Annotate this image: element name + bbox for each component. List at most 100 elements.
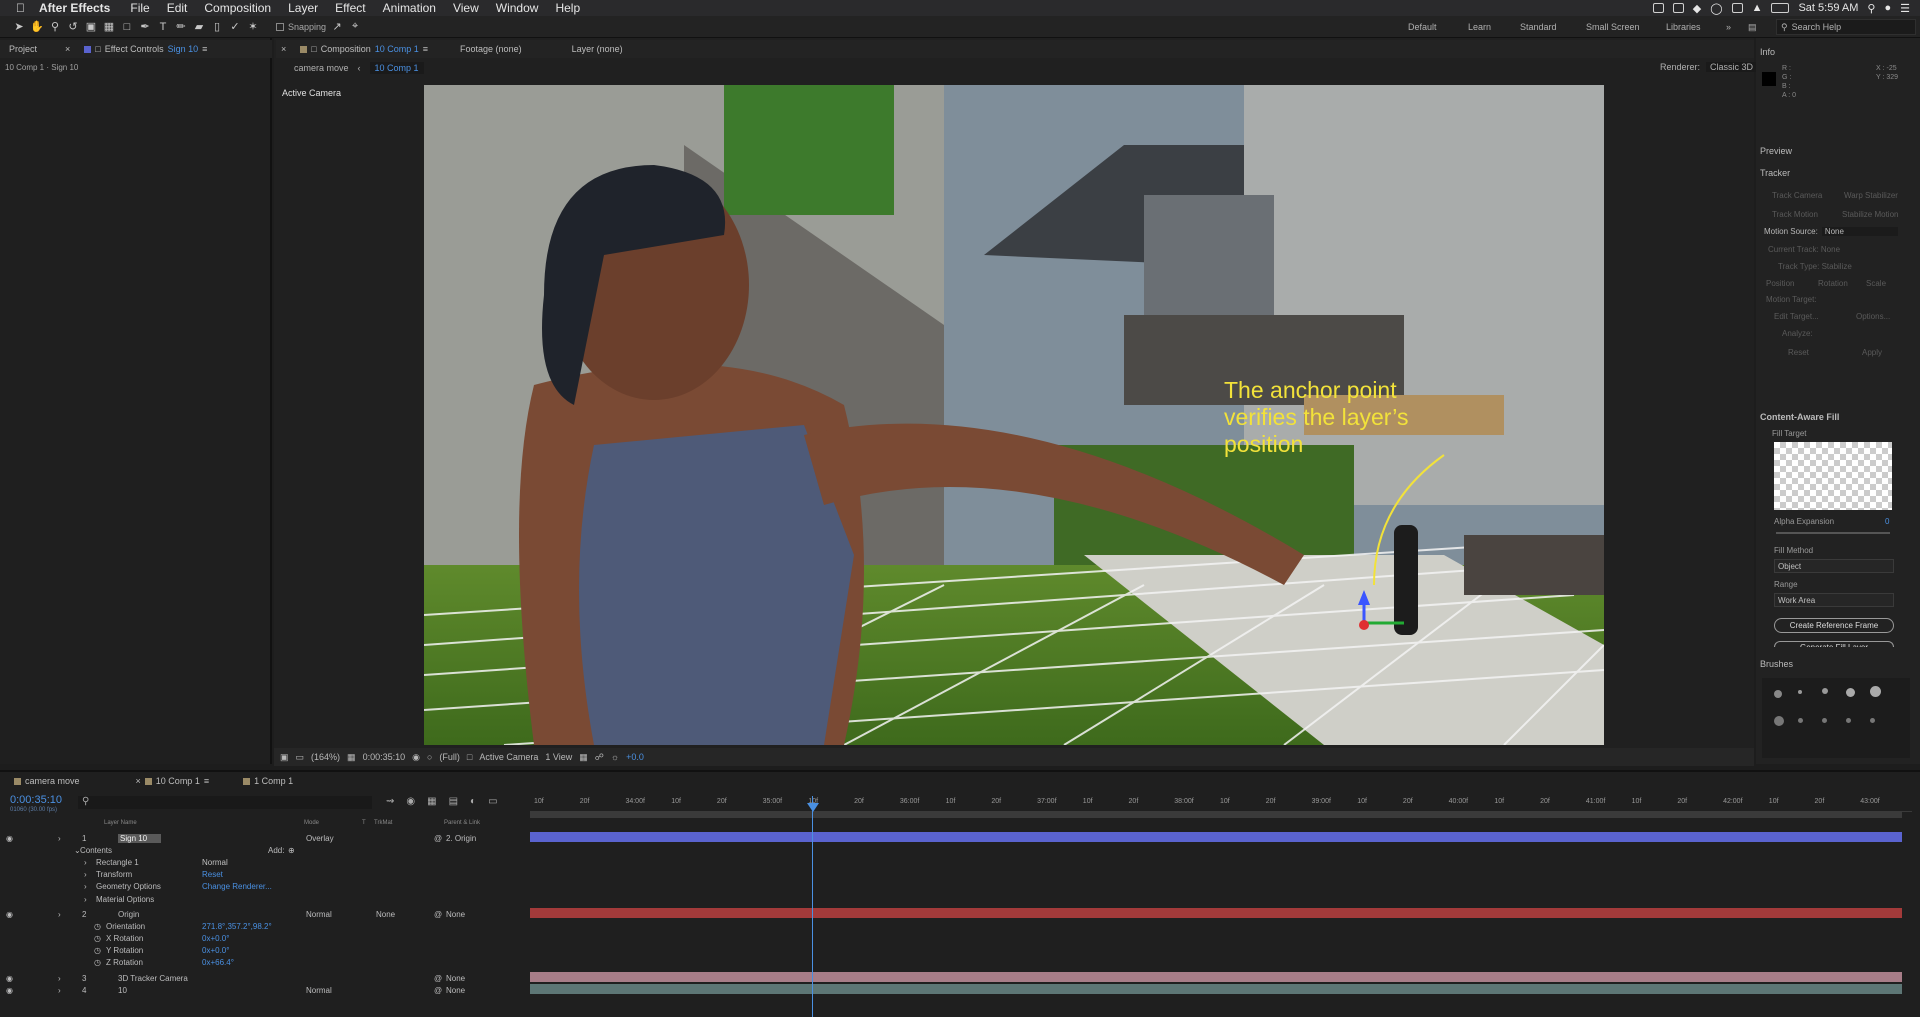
warp-stabilizer-button[interactable]: Warp Stabilizer (1844, 191, 1898, 200)
brush-tip[interactable] (1822, 718, 1827, 723)
close-icon[interactable]: × (136, 776, 141, 786)
tab-composition[interactable]: □ Composition 10 Comp 1 ≡ (300, 44, 428, 54)
property-value[interactable]: 0x+66.4° (202, 958, 234, 967)
visibility-eye-icon[interactable]: ◉ (6, 974, 13, 983)
brush-grid[interactable] (1762, 678, 1910, 758)
timeline-tab-10-comp-1[interactable]: × 10 Comp 1 ≡ (136, 776, 210, 786)
layer-name[interactable]: Sign 10 (118, 833, 162, 843)
tab-footage[interactable]: Footage (none) (460, 44, 522, 54)
property-value[interactable]: 271.8°,357.2°,98.2° (202, 922, 272, 931)
tab-layer[interactable]: Layer (none) (572, 44, 623, 54)
menu-view[interactable]: View (453, 1, 479, 15)
twirl-icon[interactable]: › (84, 858, 87, 867)
options-button[interactable]: Options... (1856, 312, 1890, 321)
zoom-tool-icon[interactable]: ⚲ (48, 20, 62, 34)
selection-tool-icon[interactable]: ➤ (12, 20, 26, 34)
visibility-eye-icon[interactable]: ◉ (6, 834, 13, 843)
apply-button[interactable]: Apply (1862, 348, 1882, 357)
workspace-layout-icon[interactable]: ▤ (1748, 16, 1757, 38)
property-value[interactable]: Reset (202, 870, 223, 879)
exposure-icon[interactable]: ☼ (611, 752, 619, 762)
brush-tip[interactable] (1846, 718, 1851, 723)
track-rotation-check[interactable]: Rotation (1818, 279, 1848, 288)
pick-whip-icon[interactable]: @ (434, 974, 442, 983)
siri-icon[interactable]: ● (1884, 2, 1891, 14)
camera-view-value[interactable]: Active Camera (479, 752, 538, 762)
twirl-icon[interactable]: › (84, 882, 87, 891)
fast-preview-icon[interactable]: ▦ (579, 752, 588, 763)
spotlight-icon[interactable]: ⚲ (1867, 2, 1875, 15)
timeline-tab-camera-move[interactable]: camera move (14, 776, 80, 786)
group-row[interactable]: ⌄ Contents Add: ⊕ (0, 844, 527, 856)
twirl-icon[interactable]: › (58, 974, 61, 983)
menu-edit[interactable]: Edit (167, 1, 188, 15)
apple-icon[interactable]:  (16, 1, 25, 15)
alpha-expansion-value[interactable]: 0 (1885, 517, 1889, 526)
rotation-tool-icon[interactable]: ↺ (66, 20, 80, 34)
layer-row[interactable]: ◉ › 1 Sign 10 Overlay 2. Origin @ (0, 832, 527, 844)
workspace-libraries[interactable]: Libraries (1666, 16, 1701, 38)
trkmat-select[interactable]: None (376, 910, 395, 919)
layer-bar-sign-10[interactable] (530, 832, 1902, 842)
motion-blur-icon[interactable]: ◐ (470, 796, 476, 807)
twirl-icon[interactable]: › (58, 834, 61, 843)
visibility-eye-icon[interactable]: ◉ (6, 910, 13, 919)
playhead-icon[interactable] (807, 803, 819, 812)
panel-menu-icon[interactable]: ≡ (204, 776, 209, 786)
add-icon[interactable]: ⊕ (288, 846, 295, 855)
stopwatch-icon[interactable]: ◷ (94, 922, 101, 931)
tab-effect-controls[interactable]: □ Effect Controls Sign 10 ≡ (84, 44, 207, 54)
layer-row[interactable]: ◉ › 3 3D Tracker Camera None @ (0, 972, 527, 984)
brush-tip[interactable] (1846, 688, 1855, 697)
tab-project[interactable]: Project (9, 44, 37, 54)
mode-select[interactable]: Normal (306, 986, 332, 995)
status-icon[interactable] (1731, 3, 1743, 13)
menu-help[interactable]: Help (555, 1, 580, 15)
layer-name[interactable]: Origin (118, 910, 139, 919)
parent-select[interactable]: None (446, 986, 465, 995)
flowchart-icon[interactable]: ☍ (595, 752, 604, 763)
layer-bar-10[interactable] (530, 984, 1902, 994)
generate-fill-layer-button[interactable]: Generate Fill Layer (1774, 641, 1894, 647)
property-row[interactable]: ◷ X Rotation 0x+0.0° (0, 932, 527, 944)
menu-window[interactable]: Window (496, 1, 539, 15)
resolution-value[interactable]: (Full) (439, 752, 460, 762)
layer-row[interactable]: ◉ › 2 Origin Normal None None @ (0, 908, 527, 920)
brush-tip[interactable] (1774, 716, 1784, 726)
property-row[interactable]: › Transform Reset (0, 868, 527, 880)
brush-tip[interactable] (1870, 686, 1881, 697)
composition-viewer[interactable]: The anchor point verifies the layer’s po… (424, 85, 1604, 745)
reset-button[interactable]: Reset (1788, 348, 1809, 357)
brush-tip[interactable] (1798, 690, 1802, 694)
snap-options-icon[interactable]: ⌖ (348, 20, 362, 34)
layer-name[interactable]: 3D Tracker Camera (118, 974, 188, 983)
timecode-value[interactable]: 0:00:35:10 (363, 752, 406, 762)
property-row[interactable]: › Material Options (0, 893, 527, 905)
search-help-field[interactable]: ⚲ Search Help (1776, 19, 1916, 35)
property-value[interactable]: Normal (202, 858, 228, 867)
menu-animation[interactable]: Animation (383, 1, 436, 15)
anchor-point[interactable] (1359, 620, 1369, 630)
motion-source-select[interactable]: None (1821, 227, 1898, 236)
time-ruler[interactable]: 10f 20f 34:00f 10f 20f 35:00f 10f 20f 36:00f 10f 2… (530, 796, 1912, 812)
property-value[interactable]: 0x+0.0° (202, 934, 229, 943)
workspace-small-screen[interactable]: Small Screen (1586, 16, 1640, 38)
pick-whip-icon[interactable]: @ (434, 910, 442, 919)
type-tool-icon[interactable]: T (156, 20, 170, 34)
brush-tool-icon[interactable]: ✏ (174, 20, 188, 34)
shy-icon[interactable]: ▦ (427, 796, 436, 807)
view-layout-value[interactable]: 1 View (545, 752, 572, 762)
pen-tool-icon[interactable]: ✒ (138, 20, 152, 34)
mask-visibility-icon[interactable]: ▭ (296, 752, 305, 763)
menu-file[interactable]: File (130, 1, 149, 15)
workspace-standard[interactable]: Standard (1520, 16, 1557, 38)
comp-panel-menu-icon[interactable]: ≡ (423, 44, 428, 54)
brush-tip[interactable] (1822, 688, 1828, 694)
screenshot-icon[interactable] (1672, 3, 1684, 13)
track-position-check[interactable]: Position (1766, 279, 1794, 288)
property-row[interactable]: ◷ Y Rotation 0x+0.0° (0, 944, 527, 956)
region-of-interest-icon[interactable]: □ (467, 752, 472, 762)
roto-brush-tool-icon[interactable]: ✓ (228, 20, 242, 34)
parent-select[interactable]: None (446, 910, 465, 919)
edit-target-button[interactable]: Edit Target... (1774, 312, 1819, 321)
